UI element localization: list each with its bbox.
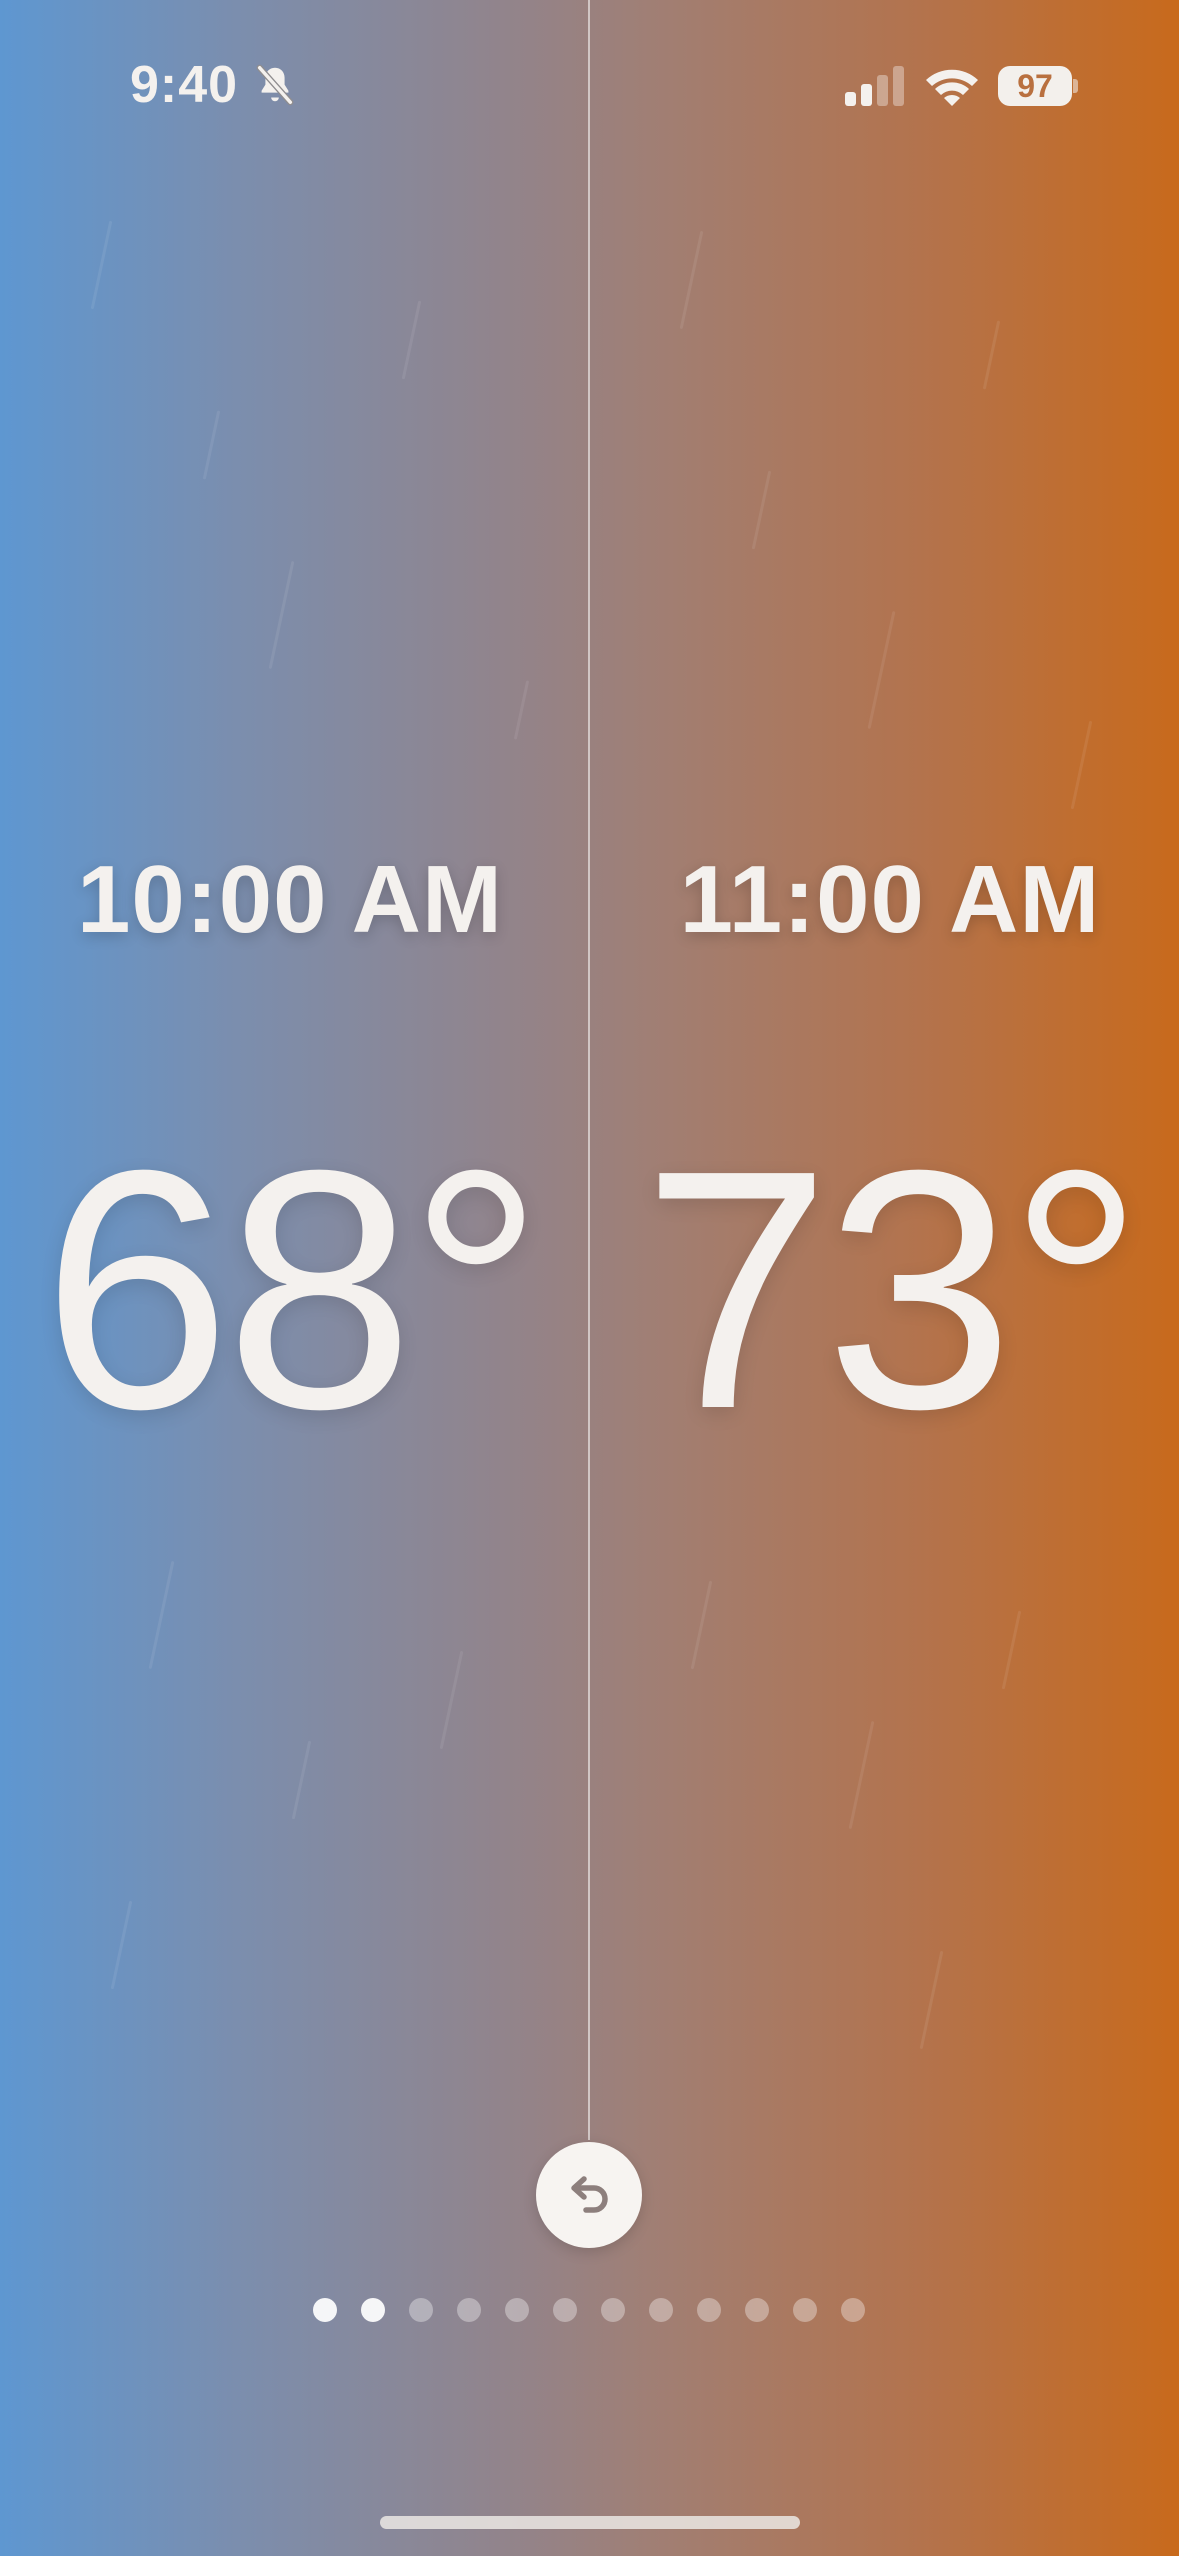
battery-level: 97 bbox=[1017, 68, 1053, 104]
battery-tip bbox=[1073, 79, 1078, 93]
undo-arrow-icon bbox=[571, 2176, 608, 2213]
page-dot[interactable] bbox=[601, 2298, 625, 2322]
page-dot[interactable] bbox=[793, 2298, 817, 2322]
status-time: 9:40 bbox=[130, 56, 239, 114]
left-temperature: 68° bbox=[41, 1100, 544, 1480]
page-dot[interactable] bbox=[745, 2298, 769, 2322]
page-dot[interactable] bbox=[313, 2298, 337, 2322]
page-dot[interactable] bbox=[649, 2298, 673, 2322]
comparison-scrubber-line[interactable] bbox=[588, 0, 590, 2140]
wifi-icon bbox=[926, 69, 978, 106]
page-indicator[interactable] bbox=[313, 2295, 865, 2325]
page-dot[interactable] bbox=[409, 2298, 433, 2322]
home-indicator[interactable] bbox=[380, 2516, 800, 2529]
right-temperature: 73° bbox=[641, 1100, 1144, 1480]
page-dot[interactable] bbox=[697, 2298, 721, 2322]
left-forecast-panel: 10:00 AM 68° bbox=[10, 830, 570, 1460]
page-dot[interactable] bbox=[505, 2298, 529, 2322]
page-dot[interactable] bbox=[457, 2298, 481, 2322]
page-dot[interactable] bbox=[361, 2298, 385, 2322]
left-hour-label: 10:00 AM bbox=[77, 846, 503, 953]
battery-icon: 97 bbox=[998, 66, 1078, 106]
page-dot[interactable] bbox=[841, 2298, 865, 2322]
undo-button[interactable] bbox=[536, 2142, 642, 2248]
right-forecast-panel: 11:00 AM 73° bbox=[610, 830, 1170, 1460]
cellular-signal-icon bbox=[845, 66, 904, 106]
page-dot[interactable] bbox=[553, 2298, 577, 2322]
right-hour-label: 11:00 AM bbox=[679, 846, 1101, 953]
bell-slash-icon bbox=[256, 64, 294, 106]
